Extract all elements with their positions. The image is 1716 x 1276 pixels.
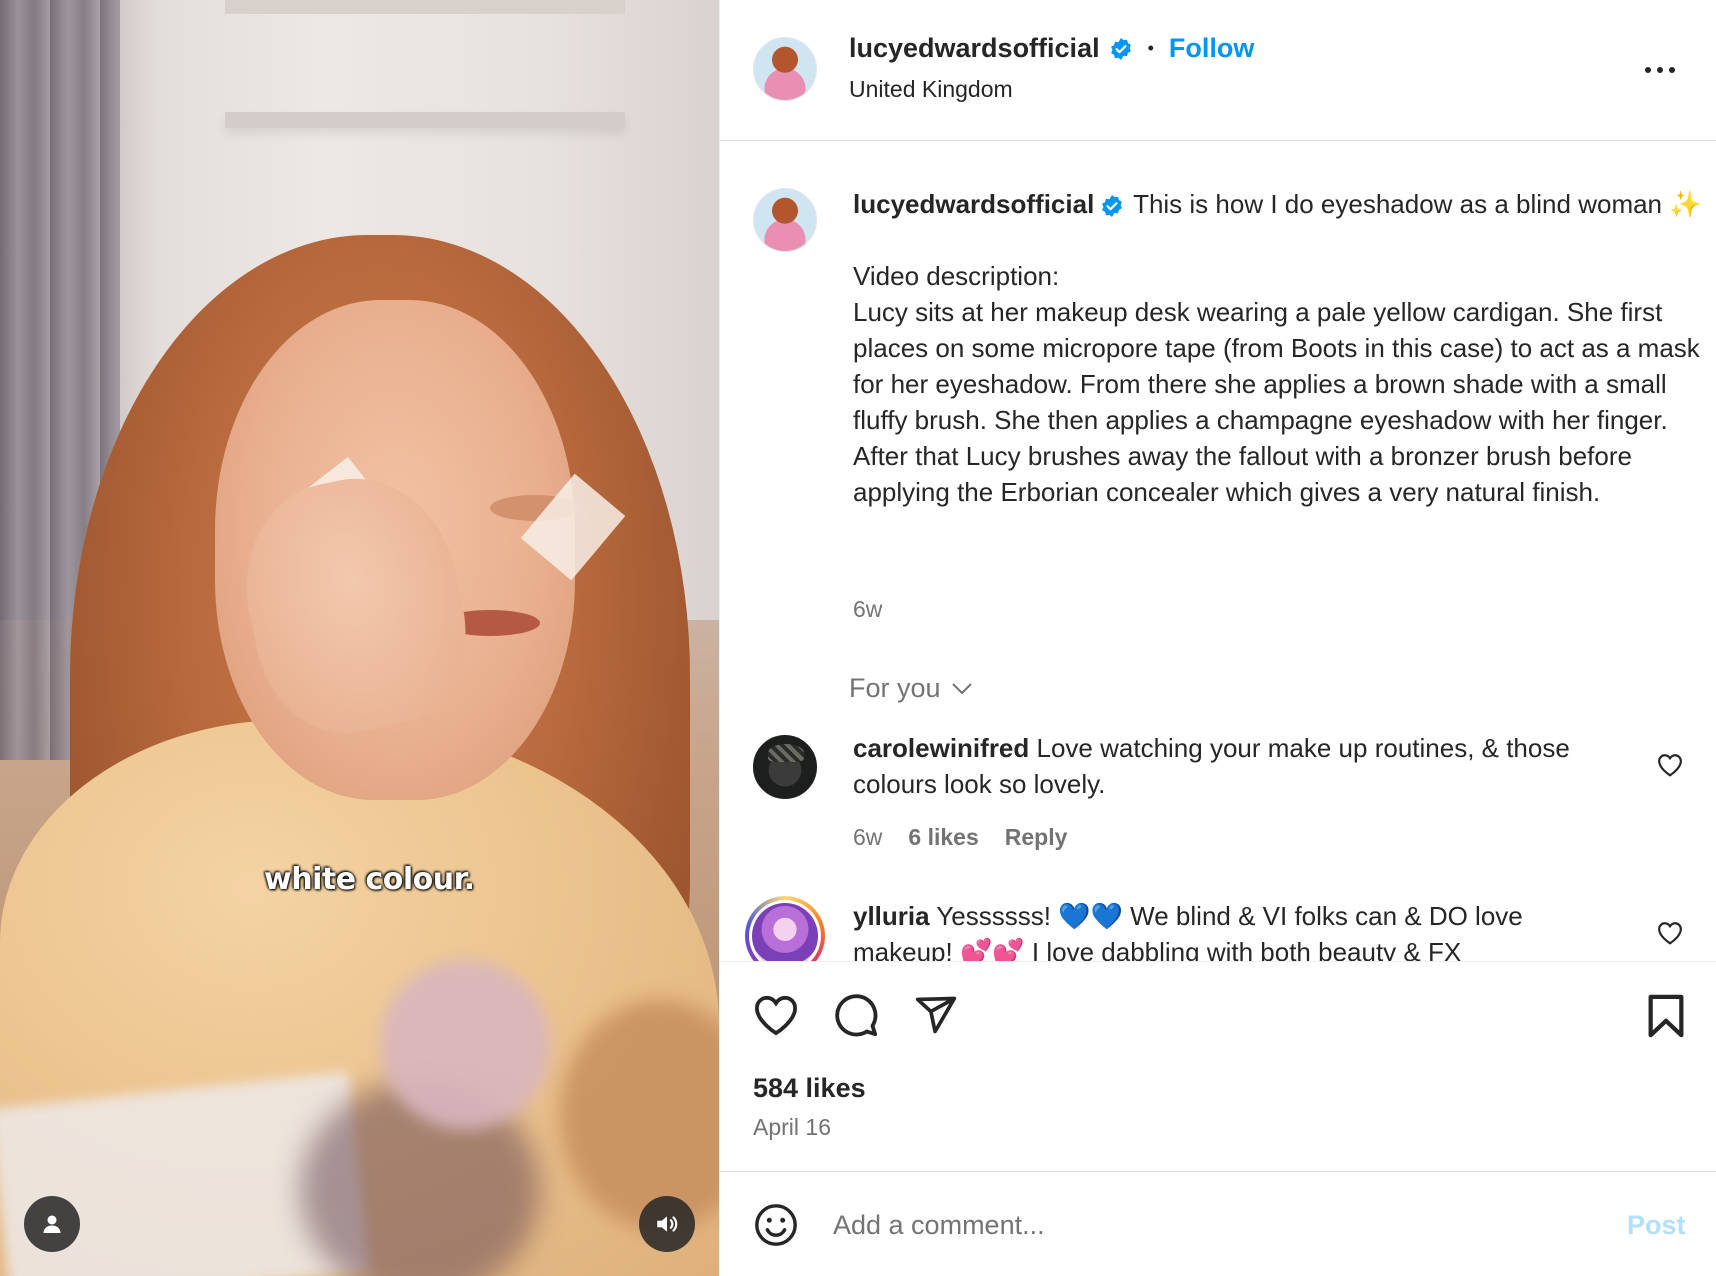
caption-timestamp[interactable]: 6w xyxy=(853,596,882,623)
comment-like-icon[interactable] xyxy=(1657,753,1683,777)
caption-avatar[interactable] xyxy=(753,188,817,252)
comment-username[interactable]: ylluria xyxy=(853,901,930,931)
caption-username[interactable]: lucyedwardsofficial xyxy=(853,189,1094,219)
comment-likes[interactable]: 6 likes xyxy=(908,824,978,851)
post-video[interactable]: white colour. xyxy=(0,0,719,1276)
video-brush-blur xyxy=(380,960,550,1130)
mute-button[interactable] xyxy=(639,1196,695,1252)
likes-count[interactable]: 584 likes xyxy=(753,1073,866,1104)
comment-icon[interactable] xyxy=(833,992,879,1038)
comment-body: carolewinifred Love watching your make u… xyxy=(853,730,1593,802)
reply-button[interactable]: Reply xyxy=(1005,824,1068,851)
chevron-down-icon xyxy=(951,682,972,694)
person-icon xyxy=(43,1215,61,1233)
avatar[interactable] xyxy=(753,37,817,101)
comment-username[interactable]: carolewinifred xyxy=(853,733,1029,763)
like-icon[interactable] xyxy=(753,994,799,1036)
video-subtitle: white colour. xyxy=(264,862,475,897)
author-username[interactable]: lucyedwardsofficial xyxy=(849,33,1100,64)
caption-text: This is how I do eyeshadow as a blind wo… xyxy=(853,189,1702,507)
verified-icon xyxy=(1110,37,1131,60)
comment-sort-dropdown[interactable]: For you xyxy=(849,673,973,704)
more-horizontal-icon xyxy=(1645,67,1675,73)
comment-body: ylluria Yessssss! 💙💙 We blind & VI folks… xyxy=(853,898,1613,961)
emoji-icon[interactable] xyxy=(753,1202,799,1248)
verified-icon xyxy=(1102,195,1123,218)
follow-button[interactable]: Follow xyxy=(1169,33,1254,64)
story-ring[interactable] xyxy=(745,896,825,961)
commenter-avatar xyxy=(752,903,818,961)
comment-composer: Post xyxy=(720,1171,1716,1276)
post-header: lucyedwardsofficial • Follow United King… xyxy=(720,0,1716,141)
post-panel: lucyedwardsofficial • Follow United King… xyxy=(719,0,1716,1276)
comment-timestamp[interactable]: 6w xyxy=(853,824,882,851)
comment-text: Yessssss! 💙💙 We blind & VI folks can & D… xyxy=(853,901,1523,961)
comment-like-icon[interactable] xyxy=(1657,921,1683,945)
header-separator: • xyxy=(1147,38,1154,58)
video-shelf xyxy=(225,112,625,128)
comments-scroll-area[interactable]: lucyedwardsofficial This is how I do eye… xyxy=(720,141,1716,961)
bookmark-icon[interactable] xyxy=(1646,993,1686,1039)
post-location[interactable]: United Kingdom xyxy=(849,76,1013,103)
video-shelf-top xyxy=(225,0,625,14)
more-options-button[interactable] xyxy=(1640,58,1680,82)
post-comment-button[interactable]: Post xyxy=(1627,1210,1686,1241)
user-tag-button[interactable] xyxy=(24,1196,80,1252)
comment-input[interactable] xyxy=(833,1202,1533,1248)
share-icon[interactable] xyxy=(913,993,959,1037)
post-caption: lucyedwardsofficial This is how I do eye… xyxy=(853,186,1703,510)
post-actions: 584 likes April 16 xyxy=(720,961,1716,1171)
post-date[interactable]: April 16 xyxy=(753,1114,831,1141)
speaker-icon xyxy=(657,1216,678,1232)
commenter-avatar[interactable] xyxy=(753,735,817,799)
sort-label: For you xyxy=(849,673,941,703)
